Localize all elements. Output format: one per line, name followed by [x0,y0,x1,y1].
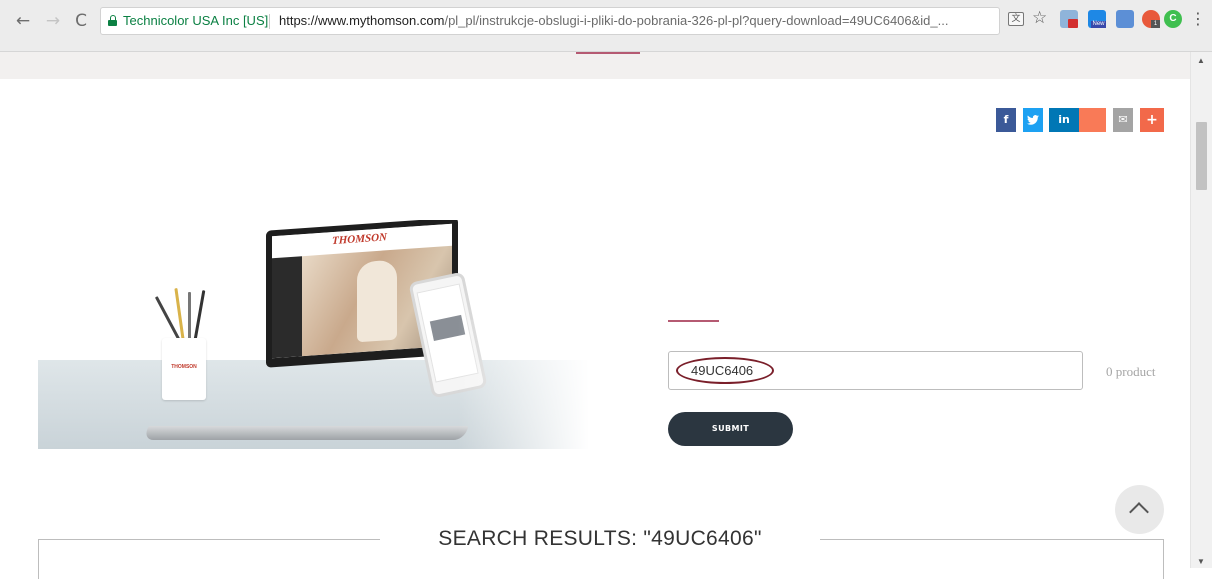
share-more-button[interactable]: + [1140,108,1164,132]
results-title: SEARCH RESULTS: "49UC6406" [380,524,820,554]
reload-icon[interactable]: C [70,10,92,32]
header-accent-line [576,52,640,54]
form-accent-line [668,320,719,322]
extension-icon-3[interactable] [1116,10,1134,28]
extension-icon-5[interactable]: C [1164,10,1182,28]
page-content: f in ✉ + THOMSON THOMSON 49UC6406 0 prod… [0,52,1190,579]
scroll-down-icon[interactable]: ▼ [1197,557,1205,566]
twitter-bird-icon [1027,115,1039,125]
translate-icon[interactable]: 文 [1008,12,1024,26]
site-identity[interactable]: Technicolor USA Inc [US] [123,8,268,34]
scrollbar[interactable]: ▲ ▼ [1190,52,1212,568]
annotation-circle [676,357,774,384]
share-twitter-button[interactable] [1023,108,1043,132]
browser-menu-icon[interactable]: ⋮ [1190,9,1206,28]
lock-icon[interactable] [108,15,117,26]
header-strip [0,52,1190,79]
laptop-base [143,426,469,440]
share-mail-button[interactable]: ✉ [1113,108,1133,132]
submit-button[interactable]: SUBMIT [668,412,793,446]
share-linkedin-button[interactable]: in [1049,108,1079,132]
back-icon[interactable]: ← [12,10,34,32]
url-text[interactable]: https://www.mythomson.com/pl_pl/instrukc… [279,8,959,34]
address-bar[interactable]: Technicolor USA Inc [US] https://www.myt… [100,7,1000,35]
share-other-button[interactable] [1079,108,1106,132]
extension-icon-2[interactable]: New [1088,10,1106,28]
extension-icon-4[interactable]: 1 [1142,10,1160,28]
back-to-top-button[interactable] [1115,485,1164,534]
extension-icon-1[interactable] [1060,10,1078,28]
scroll-up-icon[interactable]: ▲ [1197,56,1205,65]
url-path: /pl_pl/instrukcje-obslugi-i-pliki-do-pob… [444,13,949,28]
cup-brand-label: THOMSON [171,364,197,370]
address-divider [269,14,270,29]
forward-icon[interactable]: → [42,10,64,32]
hero-image: THOMSON THOMSON [38,220,622,449]
bookmark-star-icon[interactable]: ☆ [1032,8,1047,28]
share-facebook-button[interactable]: f [996,108,1016,132]
laptop-brand-logo: THOMSON [332,231,388,248]
pencil-cup: THOMSON [162,338,206,400]
url-host: https://www.mythomson.com [279,13,445,28]
browser-toolbar: ← → C Technicolor USA Inc [US] https://w… [0,0,1212,52]
product-count: 0 product [1106,364,1156,379]
scroll-thumb[interactable] [1196,122,1207,190]
chevron-up-icon [1129,502,1149,522]
